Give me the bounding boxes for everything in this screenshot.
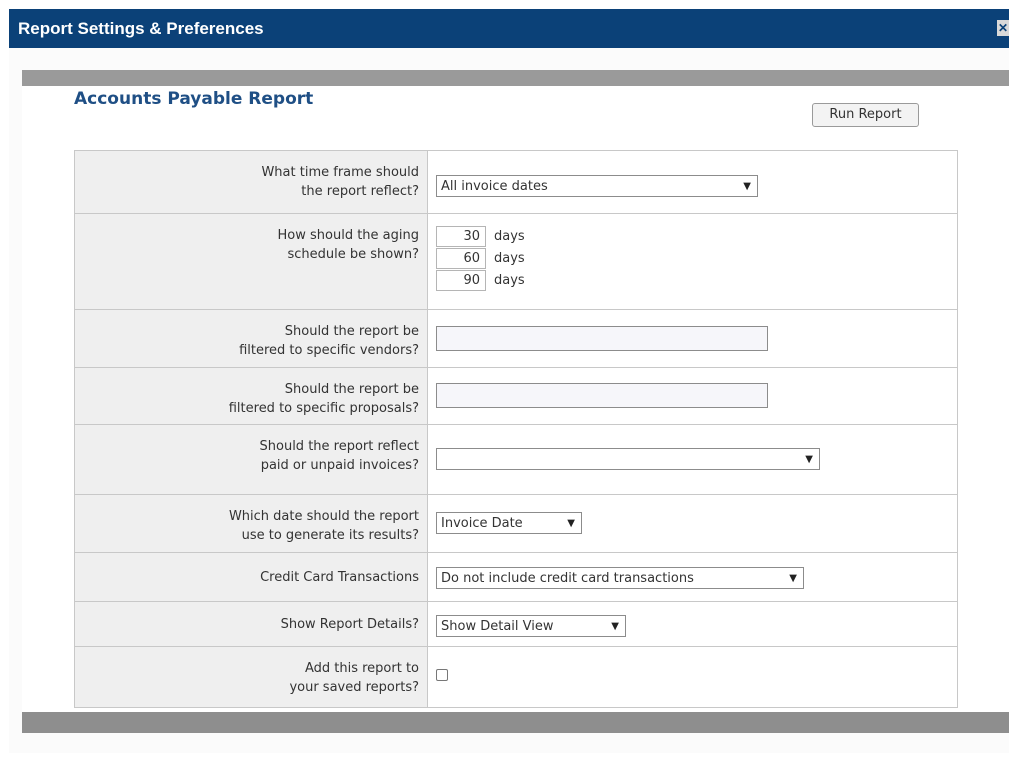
setting-row-details: Show Report Details? Show Detail View ▼ — [74, 601, 958, 647]
panel-bottom-bar — [22, 712, 1009, 733]
setting-row-aging: How should the aging schedule be shown? … — [74, 213, 958, 310]
dialog-titlebar: Report Settings & Preferences ✕ — [9, 9, 1009, 48]
chevron-down-icon: ▼ — [567, 517, 575, 529]
time-frame-select[interactable]: All invoice dates ▼ — [436, 175, 758, 197]
setting-row-time-frame: What time frame should the report reflec… — [74, 150, 958, 214]
question-paid-unpaid: Should the report reflect paid or unpaid… — [74, 424, 428, 495]
run-report-button[interactable]: Run Report — [812, 103, 919, 127]
credit-card-select[interactable]: Do not include credit card transactions … — [436, 567, 804, 589]
paid-unpaid-select[interactable]: ▼ — [436, 448, 820, 470]
setting-row-proposals: Should the report be filtered to specifi… — [74, 367, 958, 425]
aging-90-input[interactable]: 90 — [436, 269, 486, 291]
vendors-filter-input[interactable] — [436, 326, 768, 351]
setting-row-vendors: Should the report be filtered to specifi… — [74, 309, 958, 368]
save-report-checkbox[interactable] — [436, 669, 448, 681]
setting-row-save: Add this report to your saved reports? — [74, 646, 958, 708]
report-title: Accounts Payable Report — [74, 89, 314, 109]
aging-bucket-2: 60 days — [436, 247, 949, 269]
aging-30-input[interactable]: 30 — [436, 225, 486, 247]
setting-row-paid-unpaid: Should the report reflect paid or unpaid… — [74, 424, 958, 495]
close-icon[interactable]: ✕ — [997, 20, 1009, 36]
question-credit-card: Credit Card Transactions — [74, 552, 428, 602]
report-details-select[interactable]: Show Detail View ▼ — [436, 615, 626, 637]
question-aging: How should the aging schedule be shown? — [74, 213, 428, 310]
question-date-basis: Which date should the report use to gene… — [74, 494, 428, 553]
proposals-filter-input[interactable] — [436, 383, 768, 408]
aging-unit: days — [494, 250, 525, 266]
question-vendors: Should the report be filtered to specifi… — [74, 309, 428, 368]
chevron-down-icon: ▼ — [611, 620, 619, 632]
chevron-down-icon: ▼ — [743, 180, 751, 192]
question-save: Add this report to your saved reports? — [74, 646, 428, 708]
aging-bucket-3: 90 days — [436, 269, 949, 291]
question-proposals: Should the report be filtered to specifi… — [74, 367, 428, 425]
chevron-down-icon: ▼ — [805, 453, 813, 465]
aging-unit: days — [494, 228, 525, 244]
aging-60-input[interactable]: 60 — [436, 247, 486, 269]
chevron-down-icon: ▼ — [789, 572, 797, 584]
aging-bucket-1: 30 days — [436, 225, 949, 247]
panel-top-bar — [22, 70, 1009, 86]
settings-table: What time frame should the report reflec… — [74, 150, 958, 708]
dialog-title: Report Settings & Preferences — [18, 19, 264, 38]
setting-row-credit-card: Credit Card Transactions Do not include … — [74, 552, 958, 602]
question-time-frame: What time frame should the report reflec… — [74, 150, 428, 214]
date-basis-select[interactable]: Invoice Date ▼ — [436, 512, 582, 534]
aging-unit: days — [494, 272, 525, 288]
setting-row-date-basis: Which date should the report use to gene… — [74, 494, 958, 553]
question-details: Show Report Details? — [74, 601, 428, 647]
